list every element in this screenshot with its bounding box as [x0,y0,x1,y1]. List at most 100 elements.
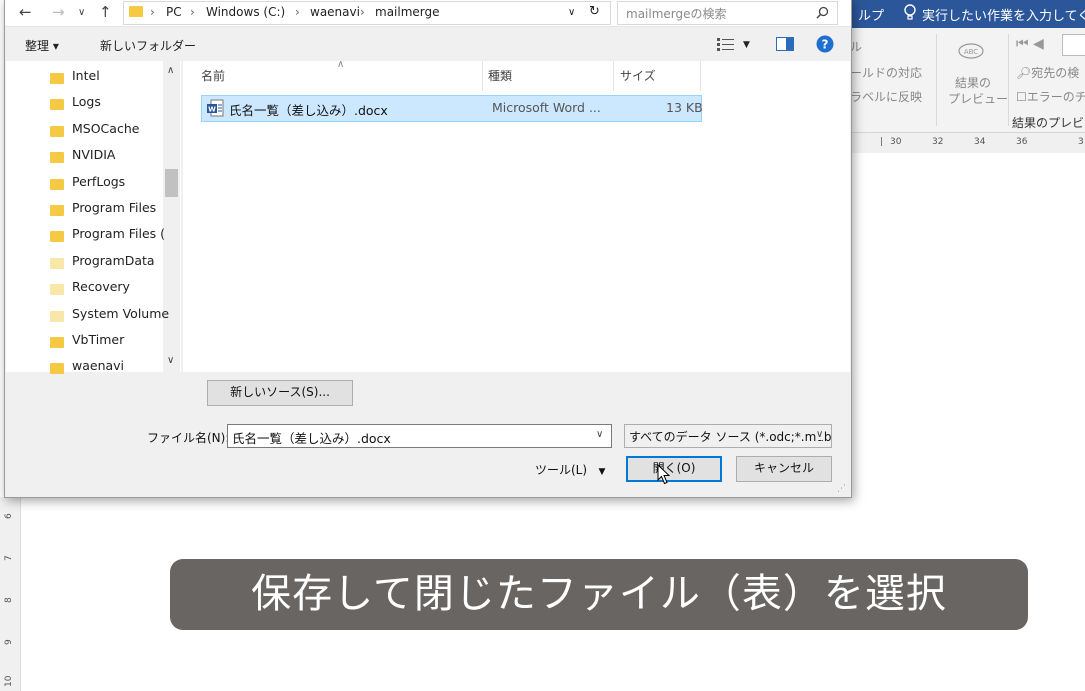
preview-results-group-label: 結果のプレビュ [1012,116,1085,130]
view-options-icon[interactable] [717,37,735,51]
organize-button[interactable]: 整理 ▾ [25,37,59,54]
preview-label-2[interactable]: プレビュー [948,90,1008,107]
horizontal-ruler: | 30 32 34 36 3 [850,133,1085,153]
breadcrumb-mailmerge[interactable]: mailmerge [375,5,440,19]
column-divider[interactable] [613,61,614,91]
navigation-pane[interactable]: ∧ ∨ Intel Logs MSOCache NVIDIA PerfLogs Progr… [6,61,181,375]
new-source-button[interactable]: 新しいソース(S)... [207,380,353,406]
search-placeholder: mailmergeの検索 [626,7,727,21]
ruler-label: 34 [974,137,986,147]
nav-folder-label: VbTimer [72,332,125,347]
column-header-type[interactable]: 種類 [488,67,512,84]
folder-icon [50,99,64,111]
forward-arrow-icon[interactable]: → [52,3,65,21]
navigation-scrollbar[interactable]: ∧ ∨ [163,61,180,372]
mailings-ribbon: ル ールドの対応 ラベルに反映 ABC 結果の プレビュー ⏮ ◀ 🔎︎宛先の検… [850,28,1085,133]
breadcrumb-chevron-icon[interactable]: › [360,5,365,19]
file-list[interactable]: ∧ 名前 種類 サイズ W 氏名一覧（差し込み）.docx Microsoft … [183,59,850,372]
ruler-label: 30 [890,137,902,147]
column-divider[interactable] [482,61,483,91]
view-dropdown-chevron-icon[interactable]: ▼ [743,40,750,50]
mouse-cursor-icon [657,464,671,485]
tools-dropdown-icon: ▼ [598,467,606,477]
file-row-selected[interactable]: W 氏名一覧（差し込み）.docx Microsoft Word ... 13 … [201,95,703,122]
nav-folder-label: NVIDIA [72,147,116,163]
check-errors[interactable]: ☐エラーのチ [1016,88,1085,105]
column-divider[interactable] [700,61,701,91]
tutorial-caption: 保存して閉じたファイル（表）を選択 [170,559,1028,630]
word-document-icon: W [207,99,224,117]
ruler-label: 10 [4,675,14,687]
ribbon-fragment[interactable]: ラベルに反映 [850,88,922,105]
command-bar: 整理 ▾ 新しいフォルダー ▼ ? [5,27,851,61]
folder-icon [50,231,64,243]
first-record-icon[interactable]: ⏮ ◀ [1016,36,1044,52]
address-dropdown-chevron-icon[interactable]: ∨ [568,7,575,18]
folder-icon [50,337,64,348]
breadcrumb-drive[interactable]: Windows (C:) [206,5,285,19]
ruler-label: 9 [4,639,14,645]
tools-menu[interactable]: ツール(L) ▼ [535,461,605,478]
cancel-button[interactable]: キャンセル [736,456,832,482]
preview-label-1[interactable]: 結果の [955,74,991,91]
refresh-icon[interactable]: ↻ [589,4,600,19]
breadcrumb[interactable]: › PC › Windows (C:) › waenavi › mailmerg… [123,1,611,25]
folder-icon [50,205,64,216]
nav-folder-label: Recovery [72,279,130,295]
scrollbar-thumb[interactable] [165,169,178,197]
folder-icon [50,310,64,322]
back-arrow-icon[interactable]: ← [19,3,32,21]
breadcrumb-chevron-icon[interactable]: › [190,5,195,19]
find-recipient[interactable]: 🔎︎宛先の検 [1016,64,1079,81]
sort-ascending-icon: ∧ [337,59,345,70]
help-icon[interactable]: ? [816,35,834,53]
resize-grip-icon[interactable]: ⋰ [837,484,846,494]
tell-me-search[interactable]: 実行したい作業を入力してくださ [922,5,1085,24]
file-name: 氏名一覧（差し込み）.docx [229,103,388,118]
nav-folder-label: Logs [72,94,101,110]
breadcrumb-waenavi[interactable]: waenavi [310,5,360,19]
nav-folder-label: MSOCache [72,120,140,136]
file-type: Microsoft Word ... [492,100,601,115]
breadcrumb-chevron-icon[interactable]: › [295,5,300,19]
column-header-size[interactable]: サイズ [620,67,656,84]
filetype-value: すべてのデータ ソース (*.odc;*.mdb [629,430,832,444]
select-data-source-dialog: ← → ∨ ↑ › PC › Windows (C:) › waenavi › … [4,0,852,498]
new-folder-button[interactable]: 新しいフォルダー [100,37,196,54]
scroll-up-chevron-icon[interactable]: ∧ [167,65,174,76]
up-arrow-icon[interactable]: ↑ [99,3,112,21]
breadcrumb-chevron-icon[interactable]: › [150,5,155,19]
ribbon-separator [1008,34,1009,126]
folder-icon [50,178,64,190]
address-bar: ← → ∨ ↑ › PC › Windows (C:) › waenavi › … [5,0,851,27]
recent-chevron-icon[interactable]: ∨ [78,7,85,18]
filename-dropdown-chevron-icon[interactable]: ∨ [596,429,603,440]
column-header-name[interactable]: 名前 [201,67,225,84]
ruler-label: 7 [4,555,14,561]
ruler-label: 3 [1078,137,1084,147]
filetype-select[interactable]: すべてのデータ ソース (*.odc;*.mdb ∨ [624,424,832,448]
filename-input[interactable]: 氏名一覧（差し込み）.docx ∨ [227,424,612,448]
ribbon-separator [936,34,937,126]
svg-text:ABC: ABC [964,48,978,56]
folder-icon [50,125,64,137]
open-button[interactable]: 開く(O) [626,456,722,482]
folder-icon [129,6,143,17]
search-input[interactable]: mailmergeの検索 [617,1,838,25]
record-number-field[interactable] [1062,34,1085,56]
folder-icon [50,257,64,269]
svg-text:?: ? [822,38,829,52]
scroll-down-chevron-icon[interactable]: ∨ [167,355,174,366]
nav-folder-label: waenavi [72,358,125,374]
preview-pane-icon[interactable] [776,37,794,51]
ribbon-tab-help[interactable]: ルプ [858,5,884,24]
ribbon-fragment[interactable]: ールドの対応 [850,64,922,81]
filetype-dropdown-chevron-icon[interactable]: ∨ [816,429,824,440]
ruler-label: 32 [932,137,944,147]
breadcrumb-pc[interactable]: PC [166,5,182,19]
lightbulb-icon [904,4,916,20]
folder-icon [50,363,64,375]
nav-folder-label: Program Files [72,200,157,215]
preview-results-icon: ABC [958,43,984,59]
vertical-ruler: 6 7 8 9 10 [0,497,21,691]
